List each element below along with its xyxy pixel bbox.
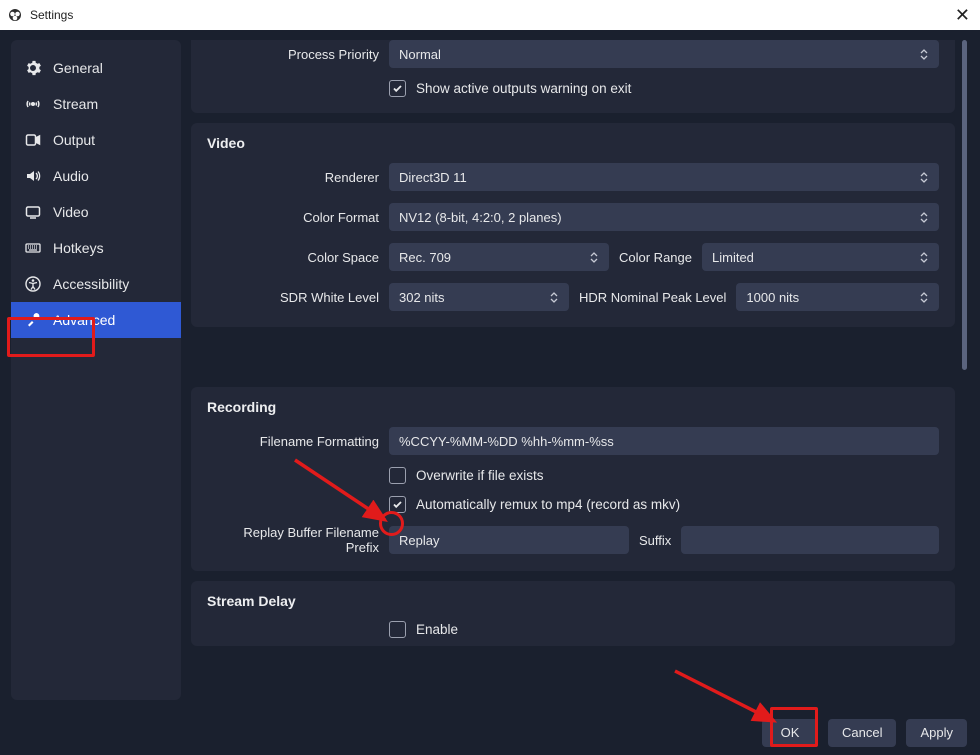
accessibility-icon — [25, 276, 41, 292]
renderer-select[interactable]: Direct3D 11 — [389, 163, 939, 191]
chevron-updown-icon — [589, 247, 603, 267]
sdr-value: 302 nits — [399, 290, 445, 305]
window-title: Settings — [30, 8, 955, 22]
sdr-label: SDR White Level — [207, 290, 379, 305]
stream-delay-enable-label: Enable — [416, 622, 458, 637]
chevron-updown-icon — [919, 207, 933, 227]
titlebar: Settings ✕ — [0, 0, 980, 30]
close-icon[interactable]: ✕ — [955, 6, 970, 24]
scrollbar-thumb[interactable] — [962, 40, 967, 370]
sidebar-item-advanced[interactable]: Advanced — [11, 302, 181, 338]
output-icon — [25, 132, 41, 148]
chevron-updown-icon — [919, 247, 933, 267]
process-priority-label: Process Priority — [207, 47, 379, 62]
keyboard-icon — [25, 240, 41, 256]
suffix-label: Suffix — [639, 533, 671, 548]
replay-prefix-input[interactable]: Replay — [389, 526, 629, 554]
ok-button[interactable]: OK — [762, 719, 818, 747]
sidebar-item-stream[interactable]: Stream — [11, 86, 181, 122]
color-format-value: NV12 (8-bit, 4:2:0, 2 planes) — [399, 210, 562, 225]
gear-icon — [25, 60, 41, 76]
overwrite-checkbox[interactable] — [389, 467, 406, 484]
spin-icon — [549, 287, 563, 307]
color-space-value: Rec. 709 — [399, 250, 451, 265]
chevron-updown-icon — [919, 44, 933, 64]
panel-stream-delay: Stream Delay Enable — [191, 581, 955, 646]
sidebar-item-general[interactable]: General — [11, 50, 181, 86]
content: Process Priority Normal — [191, 40, 969, 700]
sidebar-item-label: Advanced — [53, 312, 115, 328]
color-format-select[interactable]: NV12 (8-bit, 4:2:0, 2 planes) — [389, 203, 939, 231]
sidebar: General Stream Output Audio Video — [11, 40, 181, 700]
sidebar-item-output[interactable]: Output — [11, 122, 181, 158]
overwrite-label: Overwrite if file exists — [416, 468, 544, 483]
sidebar-item-label: Output — [53, 132, 95, 148]
sidebar-item-hotkeys[interactable]: Hotkeys — [11, 230, 181, 266]
replay-prefix-label: Replay Buffer Filename Prefix — [207, 525, 379, 555]
filename-input[interactable]: %CCYY-%MM-%DD %hh-%mm-%ss — [389, 427, 939, 455]
scrollbar[interactable] — [961, 40, 969, 700]
footer: OK Cancel Apply — [0, 710, 980, 755]
panel-general-top: Process Priority Normal — [191, 40, 955, 113]
filename-value: %CCYY-%MM-%DD %hh-%mm-%ss — [399, 434, 614, 449]
panel-video-title: Video — [207, 135, 939, 151]
chevron-updown-icon — [919, 167, 933, 187]
suffix-input[interactable] — [681, 526, 939, 554]
sidebar-item-label: Accessibility — [53, 276, 129, 292]
show-outputs-warning-checkbox[interactable] — [389, 80, 406, 97]
sidebar-item-audio[interactable]: Audio — [11, 158, 181, 194]
process-priority-select[interactable]: Normal — [389, 40, 939, 68]
sidebar-item-label: Hotkeys — [53, 240, 104, 256]
stream-delay-enable-checkbox[interactable] — [389, 621, 406, 638]
speaker-icon — [25, 168, 41, 184]
panel-video: Video Renderer Direct3D 11 Color Format — [191, 123, 955, 327]
antenna-icon — [25, 96, 41, 112]
renderer-label: Renderer — [207, 170, 379, 185]
sidebar-item-video[interactable]: Video — [11, 194, 181, 230]
color-space-select[interactable]: Rec. 709 — [389, 243, 609, 271]
show-outputs-warning-label: Show active outputs warning on exit — [416, 81, 631, 96]
tools-icon — [25, 312, 41, 328]
filename-label: Filename Formatting — [207, 434, 379, 449]
sdr-spin[interactable]: 302 nits — [389, 283, 569, 311]
replay-prefix-value: Replay — [399, 533, 439, 548]
panel-recording-title: Recording — [207, 399, 939, 415]
panel-stream-delay-title: Stream Delay — [207, 593, 939, 609]
color-format-label: Color Format — [207, 210, 379, 225]
hdr-value: 1000 nits — [746, 290, 799, 305]
remux-checkbox[interactable] — [389, 496, 406, 513]
sidebar-item-label: Video — [53, 204, 89, 220]
hdr-spin[interactable]: 1000 nits — [736, 283, 939, 311]
color-range-select[interactable]: Limited — [702, 243, 939, 271]
spin-icon — [919, 287, 933, 307]
sidebar-item-label: General — [53, 60, 103, 76]
monitor-icon — [25, 204, 41, 220]
cancel-button[interactable]: Cancel — [828, 719, 896, 747]
sidebar-item-accessibility[interactable]: Accessibility — [11, 266, 181, 302]
remux-label: Automatically remux to mp4 (record as mk… — [416, 497, 680, 512]
apply-button[interactable]: Apply — [906, 719, 967, 747]
color-range-value: Limited — [712, 250, 754, 265]
color-range-label: Color Range — [619, 250, 692, 265]
process-priority-value: Normal — [399, 47, 441, 62]
color-space-label: Color Space — [207, 250, 379, 265]
hdr-label: HDR Nominal Peak Level — [579, 290, 726, 305]
app-icon — [8, 8, 22, 22]
sidebar-item-label: Stream — [53, 96, 98, 112]
renderer-value: Direct3D 11 — [399, 170, 467, 185]
sidebar-item-label: Audio — [53, 168, 89, 184]
panel-recording: Recording Filename Formatting %CCYY-%MM-… — [191, 387, 955, 571]
